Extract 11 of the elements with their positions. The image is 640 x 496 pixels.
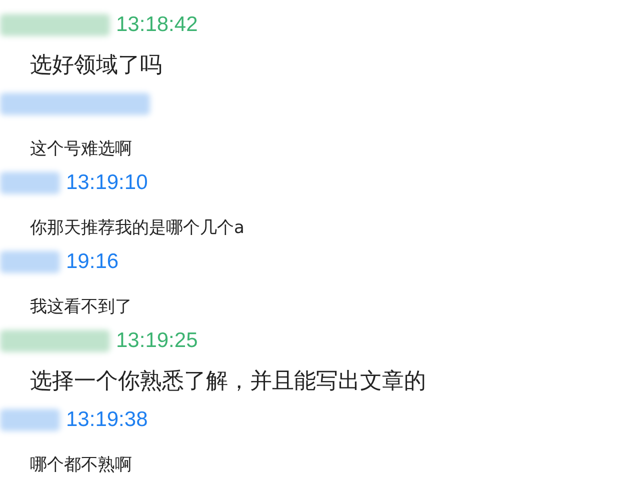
message-time: 13:19:10 — [66, 171, 148, 195]
message-time: 19:16 — [66, 250, 119, 274]
message-time: 13:19:25 — [116, 329, 198, 353]
message-time: 13:18:42 — [116, 13, 198, 37]
message-text: 这个号难选啊 — [29, 138, 133, 160]
message-time: 13:19:38 — [66, 408, 148, 432]
message-text: 选好领域了吗 — [29, 52, 163, 80]
message-text: 我这看不到了 — [29, 296, 133, 318]
message-text: 哪个都不熟啊 — [29, 454, 133, 476]
message-text: 你那天推荐我的是哪个几个a — [29, 217, 246, 239]
message-text: 选择一个你熟悉了解，并且能写出文章的 — [29, 368, 427, 396]
